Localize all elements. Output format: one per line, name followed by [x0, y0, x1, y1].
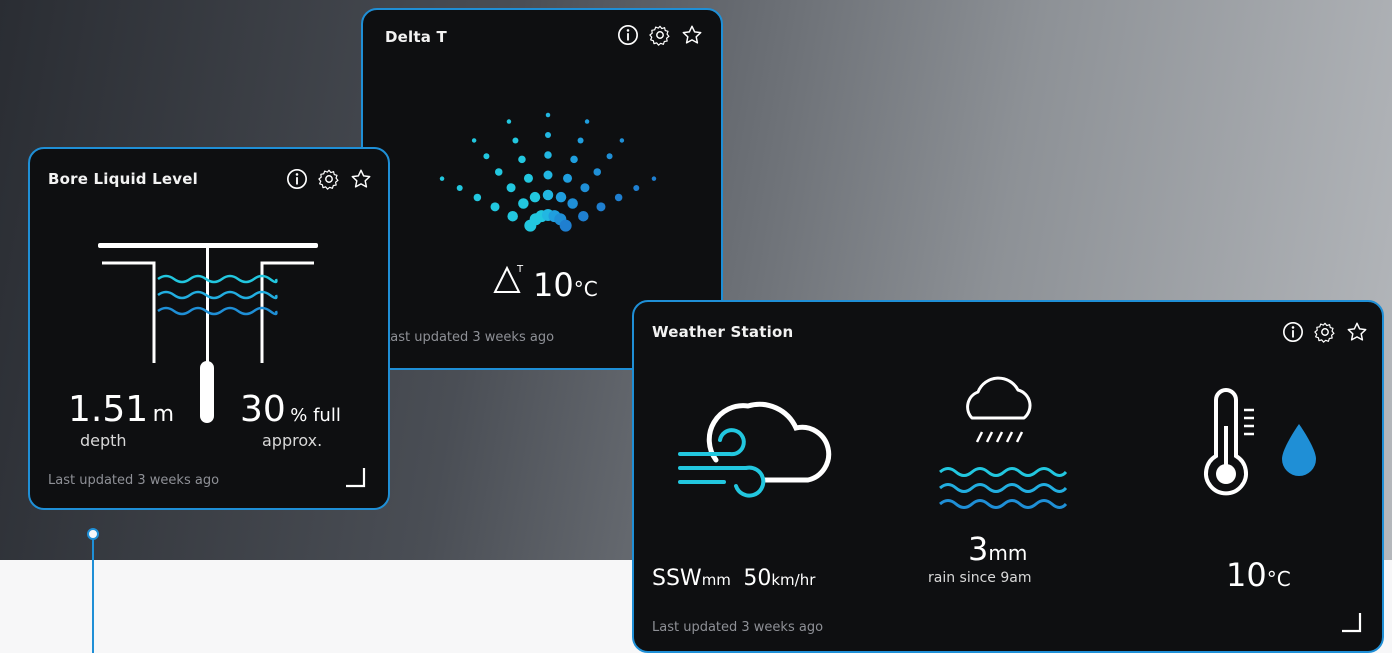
- fill-unit: % full: [290, 405, 341, 426]
- delta-t-dot: [518, 155, 526, 164]
- delta-t-dot: [542, 189, 554, 201]
- gear-icon[interactable]: [1314, 321, 1336, 343]
- gear-icon[interactable]: [649, 24, 671, 46]
- delta-t-dot: [518, 198, 529, 209]
- gear-icon[interactable]: [318, 168, 340, 190]
- delta-t-dot: [593, 168, 602, 176]
- delta-t-dot: [529, 191, 541, 203]
- delta-t-dot: [506, 119, 512, 124]
- delta-t-dot: [577, 137, 584, 144]
- connector-line: [92, 536, 94, 653]
- fill-label: approx.: [262, 431, 323, 450]
- delta-t-dot: [633, 185, 640, 192]
- delta-t-dot: [584, 119, 590, 124]
- depth-unit: m: [152, 402, 175, 427]
- star-icon[interactable]: [350, 168, 372, 190]
- delta-t-value: 10: [533, 266, 574, 304]
- delta-t-dot: [473, 193, 482, 202]
- delta-t-unit: °C: [573, 277, 598, 301]
- delta-t-reading: T 10 °C: [491, 262, 598, 304]
- fill-value: 30: [240, 389, 286, 430]
- expand-corner-icon[interactable]: [344, 466, 366, 488]
- depth-value: 1.51: [68, 389, 149, 430]
- wind-cloud-icon: [678, 401, 832, 498]
- delta-t-dot: [512, 137, 519, 144]
- svg-text:T: T: [516, 264, 524, 275]
- delta-icon: T: [493, 264, 524, 293]
- depth-label: depth: [80, 431, 127, 450]
- info-icon[interactable]: [1282, 321, 1304, 343]
- delta-t-dot: [506, 183, 516, 193]
- wind-reading: SSWmm 50km/hr: [652, 566, 815, 591]
- star-icon[interactable]: [1346, 321, 1368, 343]
- delta-t-dot: [596, 202, 606, 212]
- info-icon[interactable]: [617, 24, 639, 46]
- humidity-drop-icon: [1282, 424, 1316, 476]
- wind-speed: 50: [743, 566, 772, 591]
- delta-t-dot: [651, 176, 657, 181]
- rain-label: rain since 9am: [928, 570, 1032, 586]
- weather-station-card[interactable]: Weather Station SSWmm 50km/hr 3mm rain s…: [632, 300, 1384, 653]
- rain-value: 3: [968, 530, 989, 568]
- card-title: Bore Liquid Level: [48, 170, 198, 188]
- card-title: Delta T: [385, 28, 447, 46]
- card-actions: [1282, 321, 1368, 343]
- temperature-value: 10: [1226, 556, 1267, 594]
- rain-unit: mm: [988, 541, 1028, 565]
- thermometer-icon: [1204, 388, 1254, 496]
- last-updated: Last updated 3 weeks ago: [652, 620, 824, 635]
- delta-t-dot: [567, 198, 578, 209]
- delta-t-dots-graphic: [439, 112, 657, 232]
- delta-t-dot: [563, 173, 573, 183]
- temperature-unit: °C: [1266, 567, 1291, 591]
- temperature-reading: 10°C: [1226, 556, 1291, 594]
- delta-t-dot: [494, 168, 503, 176]
- delta-t-dot: [545, 132, 551, 138]
- delta-t-dot: [483, 153, 490, 160]
- delta-t-dot: [619, 138, 625, 143]
- delta-t-dot: [507, 210, 518, 222]
- last-updated: Last updated 3 weeks ago: [48, 473, 220, 488]
- delta-t-dot: [439, 176, 445, 181]
- delta-t-dot: [606, 153, 613, 160]
- delta-t-dot: [490, 202, 500, 212]
- expand-corner-icon[interactable]: [1340, 611, 1362, 633]
- info-icon[interactable]: [286, 168, 308, 190]
- star-icon[interactable]: [681, 24, 703, 46]
- delta-t-dot: [555, 191, 567, 203]
- delta-t-dot: [578, 210, 589, 222]
- card-actions: [617, 24, 703, 46]
- delta-t-dot: [580, 183, 590, 193]
- delta-t-dot: [543, 170, 553, 180]
- wind-direction-unit: mm: [701, 571, 731, 589]
- last-updated: Last updated 3 weeks ago: [383, 330, 555, 345]
- delta-t-dot: [544, 151, 552, 159]
- depth-reading: 1.51 m: [68, 389, 174, 430]
- delta-t-dot: [545, 112, 551, 118]
- rain-reading: 3mm: [968, 530, 1027, 568]
- wind-speed-unit: km/hr: [771, 571, 816, 589]
- rain-icon: [939, 376, 1068, 509]
- delta-t-dot: [456, 185, 463, 192]
- delta-t-dot: [614, 193, 623, 202]
- delta-t-dot: [471, 138, 477, 143]
- connector-dot: [87, 528, 99, 540]
- card-title: Weather Station: [652, 323, 794, 341]
- delta-t-dot: [570, 155, 578, 164]
- bore-liquid-level-card[interactable]: Bore Liquid Level 1.51 m depth 30 % full…: [28, 147, 390, 510]
- card-actions: [286, 168, 372, 190]
- delta-t-dot: [523, 173, 533, 183]
- wind-direction: SSW: [652, 566, 702, 591]
- fill-reading: 30 % full: [240, 389, 341, 430]
- delta-t-dot: [559, 219, 572, 232]
